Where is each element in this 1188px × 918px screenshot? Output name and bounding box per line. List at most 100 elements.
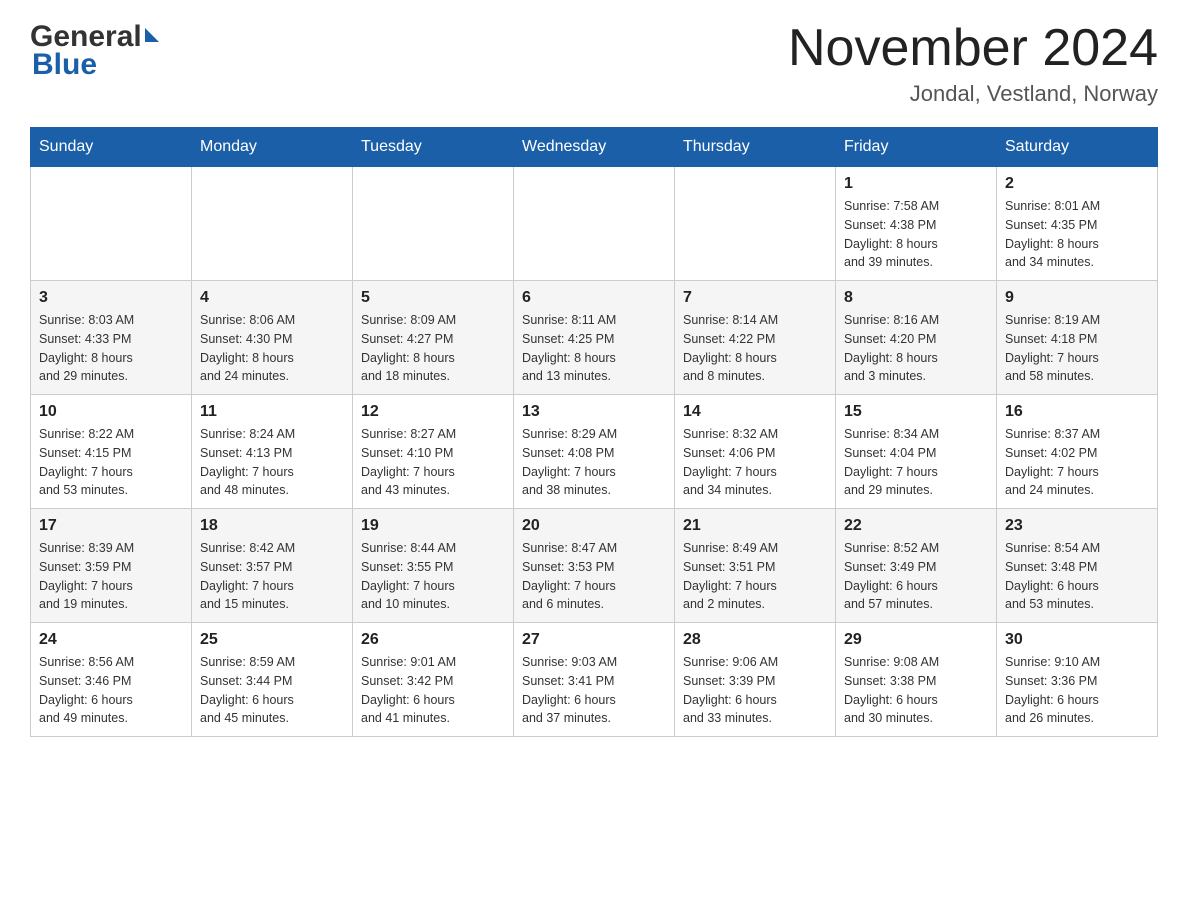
day-number: 10 [39,403,183,421]
day-info: Sunrise: 8:14 AM Sunset: 4:22 PM Dayligh… [683,311,827,386]
day-cell: 20Sunrise: 8:47 AM Sunset: 3:53 PM Dayli… [514,509,675,623]
day-cell: 10 Sunrise: 8:22 AM Sunset: 4:15 PM Dayli… [31,395,192,509]
day-cell: 22 Sunrise: 8:52 AM Sunset: 3:49 PM Dayli… [836,509,997,623]
day-info: Sunrise: 8:01 AM Sunset: 4:35 PM Dayligh… [1005,197,1149,272]
day-number: 17 [39,517,183,535]
day-number: 20 [522,517,666,535]
day-number: 2 [1005,175,1149,193]
day-info: Sunrise: 8:44 AM Sunset: 3:55 PM Dayligh… [361,539,505,614]
day-number: 6 [522,289,666,307]
day-cell: 13 Sunrise: 8:29 AM Sunset: 4:08 PM Dayli… [514,395,675,509]
day-cell [353,167,514,281]
day-cell: 3 Sunrise: 8:03 AM Sunset: 4:33 PM Daylig… [31,281,192,395]
day-info: Sunrise: 9:01 AM Sunset: 3:42 PM Dayligh… [361,653,505,728]
day-number: 14 [683,403,827,421]
day-cell [192,167,353,281]
location-subtitle: Jondal, Vestland, Norway [788,81,1158,107]
day-cell: 14 Sunrise: 8:32 AM Sunset: 4:06 PM Dayli… [675,395,836,509]
title-block: November 2024 Jondal, Vestland, Norway [788,20,1158,107]
day-info: Sunrise: 8:19 AM Sunset: 4:18 PM Dayligh… [1005,311,1149,386]
day-cell: 1 Sunrise: 7:58 AM Sunset: 4:38 PM Daylig… [836,167,997,281]
day-info: Sunrise: 9:10 AM Sunset: 3:36 PM Dayligh… [1005,653,1149,728]
day-info: Sunrise: 8:37 AM Sunset: 4:02 PM Dayligh… [1005,425,1149,500]
day-cell: 17Sunrise: 8:39 AM Sunset: 3:59 PM Dayli… [31,509,192,623]
day-number: 28 [683,631,827,649]
day-cell: 24 Sunrise: 8:56 AM Sunset: 3:46 PM Dayli… [31,623,192,737]
day-info: Sunrise: 8:49 AM Sunset: 3:51 PM Dayligh… [683,539,827,614]
day-cell: 5 Sunrise: 8:09 AM Sunset: 4:27 PM Daylig… [353,281,514,395]
day-number: 11 [200,403,344,421]
week-row-4: 17Sunrise: 8:39 AM Sunset: 3:59 PM Dayli… [31,509,1158,623]
day-number: 24 [39,631,183,649]
col-wednesday: Wednesday [514,128,675,167]
day-info: Sunrise: 7:58 AM Sunset: 4:38 PM Dayligh… [844,197,988,272]
day-info: Sunrise: 8:59 AM Sunset: 3:44 PM Dayligh… [200,653,344,728]
day-info: Sunrise: 9:08 AM Sunset: 3:38 PM Dayligh… [844,653,988,728]
day-info: Sunrise: 8:06 AM Sunset: 4:30 PM Dayligh… [200,311,344,386]
day-number: 23 [1005,517,1149,535]
day-number: 16 [1005,403,1149,421]
day-cell: 6 Sunrise: 8:11 AM Sunset: 4:25 PM Daylig… [514,281,675,395]
day-number: 9 [1005,289,1149,307]
day-number: 7 [683,289,827,307]
day-info: Sunrise: 8:27 AM Sunset: 4:10 PM Dayligh… [361,425,505,500]
week-row-1: 1 Sunrise: 7:58 AM Sunset: 4:38 PM Daylig… [31,167,1158,281]
day-info: Sunrise: 9:03 AM Sunset: 3:41 PM Dayligh… [522,653,666,728]
day-cell: 2 Sunrise: 8:01 AM Sunset: 4:35 PM Daylig… [997,167,1158,281]
day-info: Sunrise: 8:22 AM Sunset: 4:15 PM Dayligh… [39,425,183,500]
logo-blue-text: Blue [32,48,97,81]
day-cell: 16 Sunrise: 8:37 AM Sunset: 4:02 PM Dayli… [997,395,1158,509]
day-cell: 9 Sunrise: 8:19 AM Sunset: 4:18 PM Daylig… [997,281,1158,395]
day-info: Sunrise: 8:32 AM Sunset: 4:06 PM Dayligh… [683,425,827,500]
day-info: Sunrise: 8:11 AM Sunset: 4:25 PM Dayligh… [522,311,666,386]
day-cell: 29Sunrise: 9:08 AM Sunset: 3:38 PM Dayli… [836,623,997,737]
day-number: 19 [361,517,505,535]
week-row-3: 10 Sunrise: 8:22 AM Sunset: 4:15 PM Dayli… [31,395,1158,509]
day-info: Sunrise: 8:03 AM Sunset: 4:33 PM Dayligh… [39,311,183,386]
day-number: 4 [200,289,344,307]
col-sunday: Sunday [31,128,192,167]
day-info: Sunrise: 8:56 AM Sunset: 3:46 PM Dayligh… [39,653,183,728]
day-number: 27 [522,631,666,649]
day-number: 25 [200,631,344,649]
day-info: Sunrise: 8:54 AM Sunset: 3:48 PM Dayligh… [1005,539,1149,614]
day-info: Sunrise: 8:16 AM Sunset: 4:20 PM Dayligh… [844,311,988,386]
col-thursday: Thursday [675,128,836,167]
day-cell: 15 Sunrise: 8:34 AM Sunset: 4:04 PM Dayli… [836,395,997,509]
day-cell: 30 Sunrise: 9:10 AM Sunset: 3:36 PM Dayli… [997,623,1158,737]
day-info: Sunrise: 8:29 AM Sunset: 4:08 PM Dayligh… [522,425,666,500]
day-number: 3 [39,289,183,307]
day-cell: 26Sunrise: 9:01 AM Sunset: 3:42 PM Dayli… [353,623,514,737]
day-info: Sunrise: 8:24 AM Sunset: 4:13 PM Dayligh… [200,425,344,500]
col-monday: Monday [192,128,353,167]
day-cell: 4 Sunrise: 8:06 AM Sunset: 4:30 PM Daylig… [192,281,353,395]
day-cell: 12Sunrise: 8:27 AM Sunset: 4:10 PM Dayli… [353,395,514,509]
day-number: 13 [522,403,666,421]
calendar-table: Sunday Monday Tuesday Wednesday Thursday… [30,127,1158,737]
day-number: 8 [844,289,988,307]
day-cell: 23 Sunrise: 8:54 AM Sunset: 3:48 PM Dayli… [997,509,1158,623]
week-row-5: 24 Sunrise: 8:56 AM Sunset: 3:46 PM Dayli… [31,623,1158,737]
logo-arrow-icon [145,28,159,42]
day-number: 18 [200,517,344,535]
day-cell: 28Sunrise: 9:06 AM Sunset: 3:39 PM Dayli… [675,623,836,737]
col-tuesday: Tuesday [353,128,514,167]
day-info: Sunrise: 8:34 AM Sunset: 4:04 PM Dayligh… [844,425,988,500]
day-cell: 7 Sunrise: 8:14 AM Sunset: 4:22 PM Daylig… [675,281,836,395]
page-header: General Blue November 2024 Jondal, Vestl… [30,20,1158,107]
day-number: 22 [844,517,988,535]
day-info: Sunrise: 8:42 AM Sunset: 3:57 PM Dayligh… [200,539,344,614]
day-number: 15 [844,403,988,421]
calendar-header-row: Sunday Monday Tuesday Wednesday Thursday… [31,128,1158,167]
day-number: 5 [361,289,505,307]
day-cell [675,167,836,281]
logo: General Blue [30,20,159,82]
col-saturday: Saturday [997,128,1158,167]
month-title: November 2024 [788,20,1158,77]
day-cell: 11 Sunrise: 8:24 AM Sunset: 4:13 PM Dayli… [192,395,353,509]
day-number: 30 [1005,631,1149,649]
day-number: 1 [844,175,988,193]
day-info: Sunrise: 8:52 AM Sunset: 3:49 PM Dayligh… [844,539,988,614]
day-cell: 18 Sunrise: 8:42 AM Sunset: 3:57 PM Dayli… [192,509,353,623]
day-info: Sunrise: 8:09 AM Sunset: 4:27 PM Dayligh… [361,311,505,386]
